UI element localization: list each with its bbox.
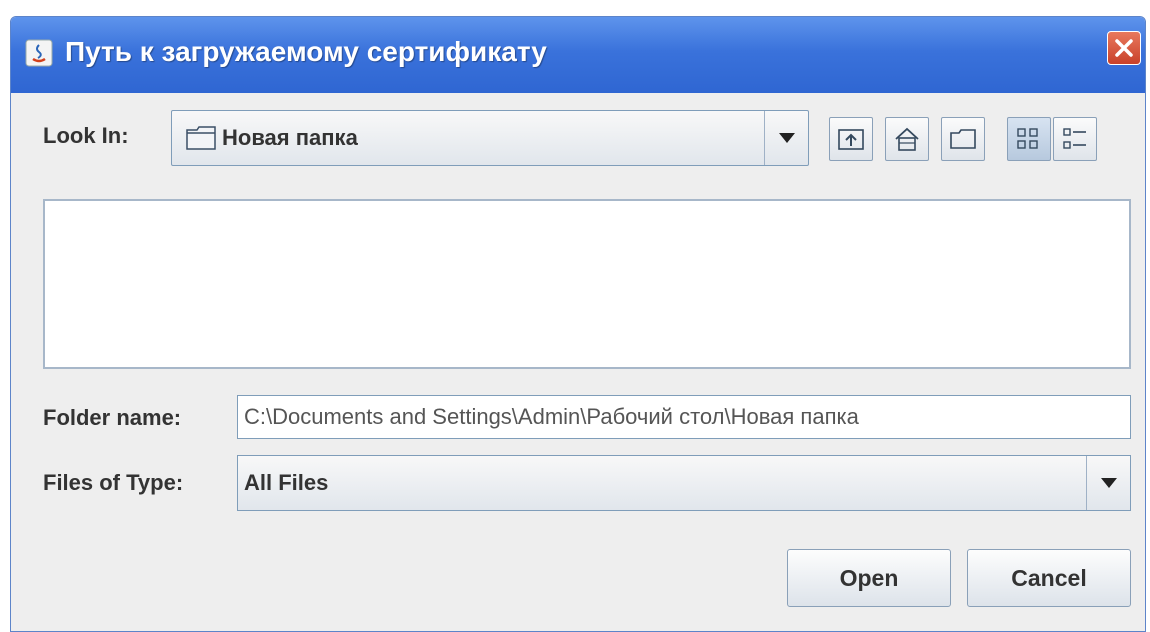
- files-of-type-dropdown-arrow[interactable]: [1086, 456, 1130, 510]
- look-in-value: Новая папка: [222, 125, 358, 150]
- folder-icon: [186, 126, 216, 150]
- file-list[interactable]: [43, 199, 1131, 369]
- folder-name-label: Folder name:: [43, 405, 182, 430]
- look-in-label: Look In:: [43, 123, 129, 148]
- look-in-combo[interactable]: Новая папка: [171, 110, 809, 166]
- up-one-level-button[interactable]: [829, 117, 873, 161]
- files-of-type-combo[interactable]: All Files: [237, 455, 1131, 511]
- dialog-body: Look In: Новая папка Folder name: C:\Doc…: [11, 93, 1145, 631]
- chevron-down-icon: [1100, 478, 1117, 488]
- new-folder-icon: [950, 129, 976, 149]
- files-of-type-value: All Files: [244, 470, 329, 495]
- files-of-type-label: Files of Type:: [43, 470, 184, 495]
- window-title: Путь к загружаемому сертификату: [65, 36, 547, 67]
- folder-name-input[interactable]: C:\Documents and Settings\Admin\Рабочий …: [237, 395, 1131, 439]
- list-view-icon: [1017, 128, 1038, 149]
- open-button[interactable]: Open: [787, 549, 951, 607]
- list-view-button[interactable]: [1007, 117, 1051, 161]
- file-chooser-dialog: Путь к загружаемому сертификату Look In:…: [10, 16, 1146, 632]
- close-icon: [1115, 39, 1133, 57]
- chevron-down-icon: [778, 133, 795, 143]
- close-button[interactable]: [1107, 31, 1141, 65]
- home-button[interactable]: [885, 117, 929, 161]
- details-view-icon: [1063, 128, 1086, 149]
- java-app-icon: [25, 39, 53, 67]
- title-bar[interactable]: Путь к загружаемому сертификату: [11, 17, 1145, 93]
- up-folder-icon: [838, 129, 864, 150]
- details-view-button[interactable]: [1053, 117, 1097, 161]
- home-icon: [895, 127, 919, 151]
- new-folder-button[interactable]: [941, 117, 985, 161]
- look-in-dropdown-arrow[interactable]: [764, 111, 808, 165]
- cancel-button[interactable]: Cancel: [967, 549, 1131, 607]
